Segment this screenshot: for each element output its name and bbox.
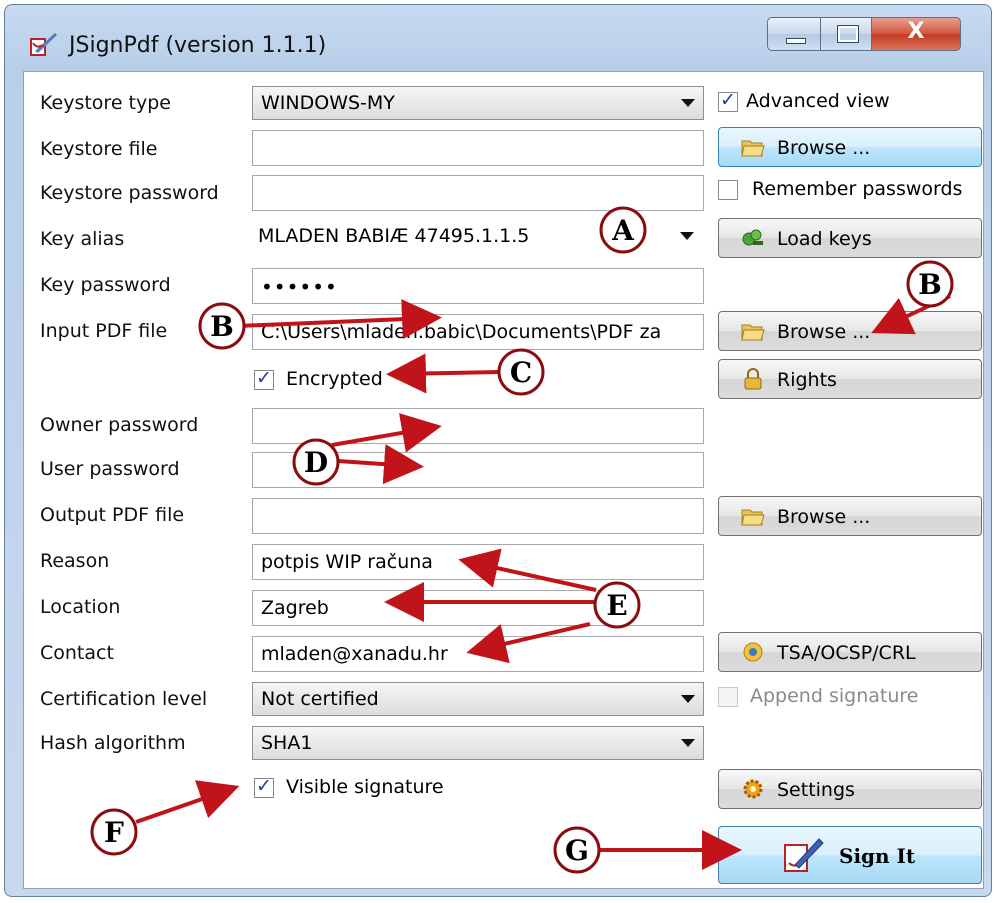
browse-output-label: Browse ...: [777, 506, 871, 528]
close-icon: X: [907, 19, 925, 44]
settings-label: Settings: [777, 779, 855, 801]
certification-level-select[interactable]: Not certified: [252, 682, 704, 716]
input-pdf-input[interactable]: C:\Users\mladen.babic\Documents\PDF za: [252, 314, 704, 350]
load-keys-button[interactable]: Load keys: [718, 218, 982, 258]
folder-open-icon: [741, 140, 765, 157]
contact-input[interactable]: mladen@xanadu.hr: [252, 636, 704, 672]
append-signature-label: Append signature: [750, 685, 919, 707]
output-pdf-input[interactable]: [252, 498, 704, 534]
advanced-view-checkbox[interactable]: [718, 89, 738, 112]
location-input[interactable]: Zagreb: [252, 590, 704, 626]
tsa-ocsp-crl-label: TSA/OCSP/CRL: [777, 642, 916, 664]
chevron-down-icon: [681, 99, 695, 107]
remember-passwords-checkbox[interactable]: [718, 180, 738, 200]
contact-label: Contact: [40, 642, 114, 664]
keystore-password-input[interactable]: [252, 175, 704, 211]
visible-signature-checkbox[interactable]: [254, 775, 274, 798]
keystore-type-select[interactable]: WINDOWS-MY: [252, 86, 704, 120]
visible-signature-label: Visible signature: [286, 776, 444, 798]
hash-algorithm-select[interactable]: SHA1: [252, 726, 704, 760]
hash-algorithm-label: Hash algorithm: [40, 732, 186, 754]
chevron-down-icon: [681, 695, 695, 703]
owner-password-label: Owner password: [40, 414, 199, 436]
user-password-label: User password: [40, 458, 180, 480]
maximize-button[interactable]: [820, 17, 872, 51]
main-form: Keystore type WINDOWS-MY Advanced view K…: [23, 71, 984, 889]
sign-pen-icon: [784, 838, 824, 872]
certificate-icon: [743, 642, 763, 662]
browse-keystore-label: Browse ...: [777, 137, 871, 159]
maximize-icon: [837, 25, 859, 43]
app-window: JSignPdf (version 1.1.1) X Keystore type…: [4, 4, 992, 897]
browse-input-button[interactable]: Browse ...: [718, 311, 982, 351]
keystore-file-input[interactable]: [252, 130, 704, 166]
browse-output-button[interactable]: Browse ...: [718, 496, 982, 536]
minimize-button[interactable]: [767, 17, 821, 51]
settings-button[interactable]: Settings: [718, 769, 982, 809]
sign-it-button[interactable]: Sign It: [718, 826, 982, 884]
keystore-file-label: Keystore file: [40, 138, 158, 160]
lock-icon: [744, 368, 762, 390]
folder-open-icon: [741, 509, 765, 526]
keys-icon: [742, 229, 763, 246]
browse-input-label: Browse ...: [777, 321, 871, 343]
tsa-ocsp-crl-button[interactable]: TSA/OCSP/CRL: [718, 632, 982, 672]
user-password-input[interactable]: [252, 452, 704, 488]
close-button[interactable]: X: [871, 17, 961, 51]
hash-algorithm-value: SHA1: [261, 732, 313, 754]
keystore-password-label: Keystore password: [40, 182, 219, 204]
minimize-icon: [786, 38, 806, 44]
certification-level-label: Certification level: [40, 688, 208, 710]
rights-label: Rights: [777, 369, 837, 391]
rights-button[interactable]: Rights: [718, 359, 982, 399]
owner-password-input[interactable]: [252, 408, 704, 444]
window-title: JSignPdf (version 1.1.1): [69, 33, 327, 58]
encrypted-label: Encrypted: [286, 368, 383, 390]
key-password-input[interactable]: ••••••: [252, 268, 704, 304]
key-alias-label: Key alias: [40, 228, 125, 250]
title-bar[interactable]: JSignPdf (version 1.1.1) X: [5, 5, 991, 75]
key-password-label: Key password: [40, 274, 171, 296]
certification-level-value: Not certified: [261, 688, 379, 710]
keystore-type-value: WINDOWS-MY: [261, 92, 395, 114]
advanced-view-label: Advanced view: [746, 90, 890, 112]
input-pdf-label: Input PDF file: [40, 320, 168, 342]
key-alias-value: MLADEN BABIÆ 47495.1.1.5: [258, 225, 530, 247]
load-keys-label: Load keys: [777, 228, 872, 250]
encrypted-checkbox[interactable]: [254, 367, 274, 390]
reason-label: Reason: [40, 550, 110, 572]
reason-input[interactable]: potpis WIP računa: [252, 544, 704, 580]
location-label: Location: [40, 596, 121, 618]
append-signature-checkbox[interactable]: [718, 687, 738, 707]
chevron-down-icon: [681, 739, 695, 747]
chevron-down-icon: [680, 232, 694, 240]
keystore-type-label: Keystore type: [40, 92, 171, 114]
output-pdf-label: Output PDF file: [40, 504, 185, 526]
key-alias-combobox[interactable]: MLADEN BABIÆ 47495.1.1.5: [252, 218, 704, 254]
folder-open-icon: [741, 324, 765, 341]
remember-passwords-label: Remember passwords: [752, 178, 963, 200]
jsignpdf-logo-icon: [30, 33, 57, 56]
browse-keystore-button[interactable]: Browse ...: [718, 127, 982, 167]
gear-icon: [743, 779, 763, 799]
sign-it-label: Sign It: [839, 844, 916, 868]
